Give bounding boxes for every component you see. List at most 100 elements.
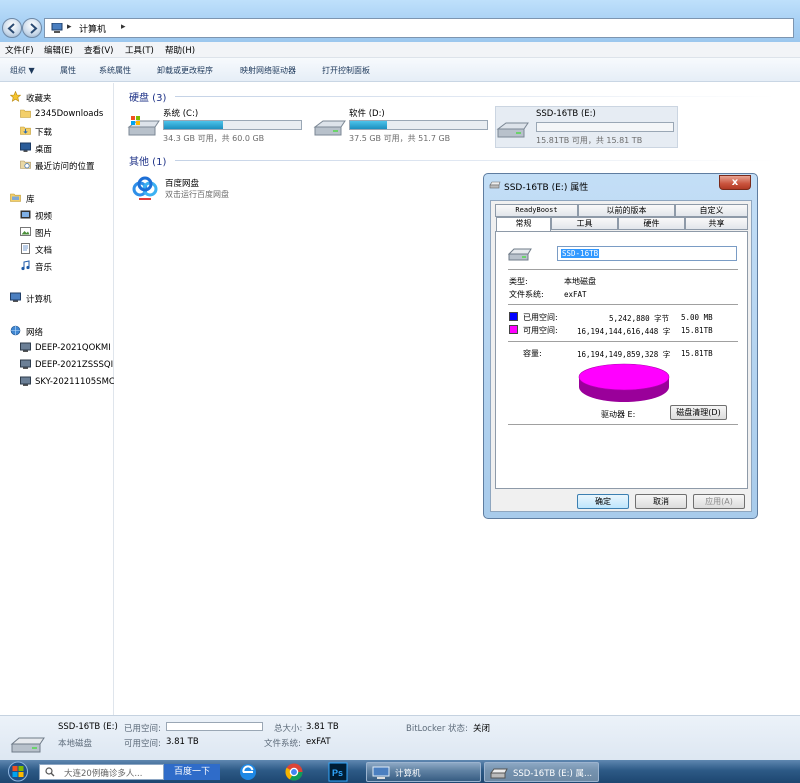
sidebar-item-computer[interactable]: 计算机 bbox=[0, 291, 114, 305]
divider bbox=[508, 269, 738, 270]
properties-button[interactable]: 属性 bbox=[60, 65, 76, 76]
tab-readyboost[interactable]: ReadyBoost bbox=[495, 204, 578, 217]
organize-button[interactable]: 组织 ▼ bbox=[10, 65, 35, 76]
forward-button[interactable] bbox=[22, 18, 42, 38]
menu-edit[interactable]: 编辑(E) bbox=[44, 44, 73, 56]
drive-c[interactable]: 系统 (C:) 34.3 GB 可用，共 60.0 GB bbox=[127, 105, 307, 147]
taskbar-window-label: 计算机 bbox=[395, 769, 421, 779]
pie-top bbox=[578, 363, 670, 391]
close-button[interactable]: x bbox=[719, 175, 751, 190]
filesystem-label: 文件系统: bbox=[509, 290, 544, 299]
drive-size: 34.3 GB 可用，共 60.0 GB bbox=[163, 134, 265, 143]
sidebar-item-recent-places[interactable]: 最近访问的位置 bbox=[0, 158, 114, 172]
title-bar: ▸ 计算机 ▸ bbox=[0, 0, 800, 42]
map-network-drive-button[interactable]: 映射网络驱动器 bbox=[240, 65, 296, 76]
chrome-icon[interactable] bbox=[284, 762, 304, 782]
folder-icon bbox=[20, 109, 31, 118]
drive-d[interactable]: 软件 (D:) 37.5 GB 可用，共 51.7 GB bbox=[313, 105, 493, 147]
drive-letter-label: 驱动器 E: bbox=[601, 410, 636, 419]
item-description: 双击运行百度网盘 bbox=[165, 190, 229, 199]
ie-browser-icon[interactable] bbox=[238, 762, 258, 782]
sidebar-item-network[interactable]: 网络 bbox=[0, 324, 114, 338]
sidebar-item-favorites[interactable]: 收藏夹 bbox=[0, 90, 114, 104]
details-fs-label: 文件系统: bbox=[264, 739, 301, 749]
address-bar[interactable]: ▸ 计算机 ▸ bbox=[44, 18, 794, 38]
drive-size: 37.5 GB 可用，共 51.7 GB bbox=[349, 134, 451, 143]
arrow-left-icon bbox=[7, 23, 15, 34]
apply-button[interactable]: 应用(A) bbox=[693, 494, 745, 509]
back-button[interactable] bbox=[2, 18, 22, 38]
drive-name: SSD-16TB (E:) bbox=[536, 109, 596, 119]
sidebar-label: 2345Downloads bbox=[35, 109, 104, 119]
breadcrumb-computer[interactable]: 计算机 bbox=[79, 22, 106, 35]
chevron-right-icon[interactable]: ▸ bbox=[121, 22, 126, 32]
search-icon bbox=[45, 767, 55, 777]
details-drive-type: 本地磁盘 bbox=[58, 739, 93, 749]
drive-name: 系统 (C:) bbox=[163, 109, 199, 119]
baidu-netdisk-item[interactable]: 百度网盘 双击运行百度网盘 bbox=[131, 175, 281, 207]
drive-e[interactable]: SSD-16TB (E:) 15.81TB 可用，共 15.81 TB bbox=[495, 106, 678, 148]
tab-general[interactable]: 常规 bbox=[496, 217, 551, 232]
open-control-panel-button[interactable]: 打开控制面板 bbox=[322, 65, 370, 76]
photoshop-icon[interactable]: Ps bbox=[328, 762, 348, 782]
sidebar-label: 文档 bbox=[35, 246, 53, 256]
details-free-label: 可用空间: bbox=[124, 739, 161, 749]
network-computer-icon bbox=[20, 359, 31, 369]
sidebar-item-videos[interactable]: 视频 bbox=[0, 208, 114, 222]
desktop-icon bbox=[20, 142, 31, 152]
details-used-label: 已用空间: bbox=[124, 724, 161, 734]
group-header-drives[interactable]: 硬盘 (3) bbox=[129, 89, 166, 104]
used-space-bytes: 5,242,880 字节 bbox=[609, 314, 670, 323]
details-bitlocker-label: BitLocker 状态: bbox=[406, 724, 468, 734]
item-name: 百度网盘 bbox=[165, 179, 200, 189]
ok-button[interactable]: 确定 bbox=[577, 494, 629, 509]
start-button[interactable] bbox=[2, 761, 34, 782]
uninstall-program-button[interactable]: 卸载或更改程序 bbox=[157, 65, 213, 76]
drive-usage-fill bbox=[350, 121, 387, 129]
sidebar-item-network-host[interactable]: SKY-20211105SMC bbox=[0, 375, 114, 389]
disk-cleanup-button[interactable]: 磁盘清理(D) bbox=[670, 405, 727, 420]
drive-name-input[interactable]: SSD-16TB bbox=[557, 246, 737, 261]
tab-sharing[interactable]: 共享 bbox=[685, 217, 748, 230]
chevron-right-icon[interactable]: ▸ bbox=[67, 22, 72, 32]
sidebar-item-2345downloads[interactable]: 2345Downloads bbox=[0, 107, 114, 121]
system-properties-button[interactable]: 系统属性 bbox=[99, 65, 131, 76]
taskbar-window-properties[interactable]: SSD-16TB (E:) 属... bbox=[484, 762, 599, 782]
recent-places-icon bbox=[20, 160, 31, 169]
tab-customize[interactable]: 自定义 bbox=[675, 204, 748, 217]
capacity-bytes: 16,194,149,859,328 字 bbox=[577, 350, 671, 359]
tab-previous-versions[interactable]: 以前的版本 bbox=[578, 204, 675, 217]
sidebar-item-network-host[interactable]: DEEP-2021ZSSSQI bbox=[0, 358, 114, 372]
sidebar-item-network-host[interactable]: DEEP-2021QOKMI bbox=[0, 341, 114, 355]
sidebar-item-downloads[interactable]: 下载 bbox=[0, 124, 114, 138]
search-input[interactable]: 大连20例确诊多人... bbox=[39, 764, 164, 780]
sidebar-label: 视频 bbox=[35, 212, 53, 222]
group-divider bbox=[175, 160, 775, 161]
capacity-size: 15.81TB bbox=[681, 349, 713, 358]
group-divider bbox=[175, 96, 775, 97]
computer-icon bbox=[372, 766, 390, 779]
taskbar-window-computer[interactable]: 计算机 bbox=[366, 762, 481, 782]
hard-drive-icon bbox=[313, 120, 346, 136]
group-header-other[interactable]: 其他 (1) bbox=[129, 153, 166, 168]
free-space-label: 可用空间: bbox=[523, 326, 558, 335]
taskbar: 大连20例确诊多人... 百度一下 Ps 计算机 SSD-16TB (E:) 属… bbox=[0, 760, 800, 783]
divider bbox=[508, 424, 738, 425]
sidebar-item-pictures[interactable]: 图片 bbox=[0, 225, 114, 239]
sidebar-item-libraries[interactable]: 库 bbox=[0, 191, 114, 205]
menu-view[interactable]: 查看(V) bbox=[84, 44, 113, 56]
baidu-search-button[interactable]: 百度一下 bbox=[164, 764, 220, 780]
tab-tools[interactable]: 工具 bbox=[551, 217, 618, 230]
sidebar-item-documents[interactable]: 文档 bbox=[0, 242, 114, 256]
sidebar-item-desktop[interactable]: 桌面 bbox=[0, 141, 114, 155]
menu-bar: 文件(F) 编辑(E) 查看(V) 工具(T) 帮助(H) bbox=[0, 42, 800, 58]
menu-file[interactable]: 文件(F) bbox=[5, 44, 34, 56]
menu-tools[interactable]: 工具(T) bbox=[125, 44, 154, 56]
sidebar-label: 计算机 bbox=[26, 295, 52, 305]
menu-help[interactable]: 帮助(H) bbox=[165, 44, 195, 56]
computer-icon bbox=[10, 292, 21, 302]
command-bar: 组织 ▼ 属性 系统属性 卸载或更改程序 映射网络驱动器 打开控制面板 bbox=[0, 58, 800, 82]
cancel-button[interactable]: 取消 bbox=[635, 494, 687, 509]
sidebar-item-music[interactable]: 音乐 bbox=[0, 259, 114, 273]
tab-hardware[interactable]: 硬件 bbox=[618, 217, 685, 230]
